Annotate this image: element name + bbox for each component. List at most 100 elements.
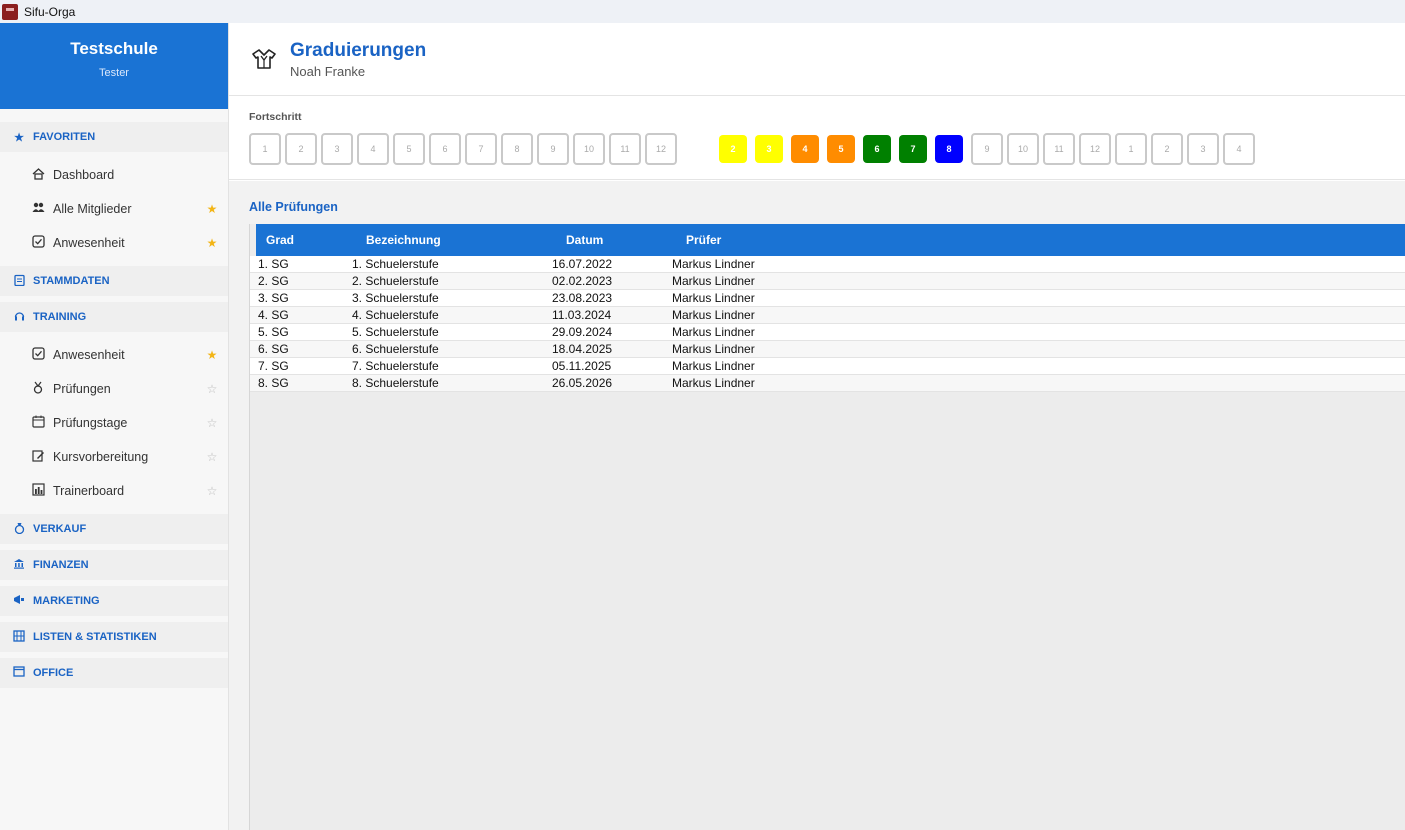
progress-box: 2 xyxy=(285,133,317,165)
sidebar-item-label: Anwesenheit xyxy=(53,236,125,250)
column-header-bezeichnung[interactable]: Bezeichnung xyxy=(356,233,556,247)
progress-box: 4 xyxy=(357,133,389,165)
page-title: Graduierungen xyxy=(290,39,427,61)
table-cell: Markus Lindner xyxy=(672,308,755,322)
school-name: Testschule xyxy=(70,39,158,58)
section-verkauf[interactable]: VERKAUF xyxy=(0,514,228,544)
sidebar-item-label: Prüfungstage xyxy=(53,416,128,430)
section-label: STAMMDATEN xyxy=(33,275,110,287)
progress-box-completed: 6 xyxy=(863,135,891,163)
chart-icon xyxy=(31,483,45,499)
favorite-star-icon[interactable]: ★ xyxy=(206,348,218,362)
window-titlebar: Sifu-Orga xyxy=(0,0,1405,23)
sidebar-item-label: Anwesenheit xyxy=(53,348,125,362)
section-finanzen[interactable]: FINANZEN xyxy=(0,550,228,580)
window-icon xyxy=(13,666,25,680)
progress-box-completed: 3 xyxy=(755,135,783,163)
progress-box-completed: 8 xyxy=(935,135,963,163)
window-title: Sifu-Orga xyxy=(24,4,76,19)
sidebar-item-anwesenheit[interactable]: Anwesenheit ★ xyxy=(0,338,228,372)
sidebar-item-pruefungstage[interactable]: Prüfungstage ☆ xyxy=(0,406,228,440)
table-cell: 16.07.2022 xyxy=(552,257,613,271)
app-logo-icon xyxy=(2,3,18,20)
section-listen-statistiken[interactable]: LISTEN & STATISTIKEN xyxy=(0,622,228,652)
progress-label: Fortschritt xyxy=(249,111,302,123)
table-cell: Markus Lindner xyxy=(672,342,755,356)
table-row[interactable]: 2. SG 2. Schuelerstufe 02.02.2023 Markus Li… xyxy=(250,273,1405,290)
medal-icon xyxy=(31,381,45,397)
brand-header: Testschule Tester xyxy=(0,23,228,109)
favorite-star-icon[interactable]: ☆ xyxy=(206,416,218,430)
section-training[interactable]: TRAINING xyxy=(0,302,228,332)
table-row[interactable]: 3. SG 3. Schuelerstufe 23.08.2023 Markus Li… xyxy=(250,290,1405,307)
sidebar-item-anwesenheit-fav[interactable]: Anwesenheit ★ xyxy=(0,226,228,260)
sidebar-item-label: Kursvorbereitung xyxy=(53,450,149,464)
sidebar-item-alle-mitglieder[interactable]: Alle Mitglieder ★ xyxy=(0,192,228,226)
sidebar-item-label: Trainerboard xyxy=(53,484,125,498)
sidebar-item-kursvorbereitung[interactable]: Kursvorbereitung ☆ xyxy=(0,440,228,474)
table-cell: 6. Schuelerstufe xyxy=(352,342,439,356)
table-body: 1. SG 1. Schuelerstufe 16.07.2022 Markus Li… xyxy=(250,256,1405,392)
sidebar-item-pruefungen[interactable]: Prüfungen ☆ xyxy=(0,372,228,406)
megaphone-icon xyxy=(13,594,25,608)
table-cell: 29.09.2024 xyxy=(552,325,613,339)
checkbox-icon xyxy=(31,347,45,363)
section-label: VERKAUF xyxy=(33,523,87,535)
section-favoriten[interactable]: ★ FAVORITEN xyxy=(0,122,228,152)
abacus-icon xyxy=(13,629,25,645)
progress-box: 2 xyxy=(1151,133,1183,165)
progress-box: 11 xyxy=(1043,133,1075,165)
favorite-star-icon[interactable]: ☆ xyxy=(206,450,218,464)
clipboard-icon xyxy=(13,274,25,289)
main-content: Graduierungen Noah Franke Fortschritt 12… xyxy=(229,23,1405,830)
table-row[interactable]: 4. SG 4. Schuelerstufe 11.03.2024 Markus Li… xyxy=(250,307,1405,324)
favorite-star-icon[interactable]: ☆ xyxy=(206,484,218,498)
edit-icon xyxy=(31,449,45,465)
table-cell: Markus Lindner xyxy=(672,376,755,390)
progress-box-completed: 7 xyxy=(899,135,927,163)
money-bag-icon xyxy=(13,522,25,537)
table-cell: 4. SG xyxy=(258,308,289,322)
table-row[interactable]: 6. SG 6. Schuelerstufe 18.04.2025 Markus Li… xyxy=(250,341,1405,358)
table-cell: 11.03.2024 xyxy=(552,308,612,322)
progress-box: 10 xyxy=(1007,133,1039,165)
progress-box: 5 xyxy=(393,133,425,165)
sidebar-item-dashboard[interactable]: Dashboard xyxy=(0,158,228,192)
section-office[interactable]: OFFICE xyxy=(0,658,228,688)
section-stammdaten[interactable]: STAMMDATEN xyxy=(0,266,228,296)
table-cell: Markus Lindner xyxy=(672,274,755,288)
favorite-star-icon[interactable]: ★ xyxy=(206,236,218,250)
table-row[interactable]: 7. SG 7. Schuelerstufe 05.11.2025 Markus Li… xyxy=(250,358,1405,375)
exams-table: Grad Bezeichnung Datum Prüfer 1. SG 1. Sc… xyxy=(249,224,1405,830)
progress-box: 9 xyxy=(971,133,1003,165)
section-label: MARKETING xyxy=(33,595,100,607)
calendar-icon xyxy=(31,415,45,431)
table-cell: 2. Schuelerstufe xyxy=(352,274,439,288)
table-cell: 26.05.2026 xyxy=(552,376,613,390)
table-cell: 23.08.2023 xyxy=(552,291,613,305)
favorite-star-icon[interactable]: ☆ xyxy=(206,382,218,396)
progress-box: 6 xyxy=(429,133,461,165)
column-header-datum[interactable]: Datum xyxy=(556,233,676,247)
column-header-pruefer[interactable]: Prüfer xyxy=(676,233,876,247)
sidebar: Testschule Tester ★ FAVORITEN Dashboard … xyxy=(0,23,229,830)
column-header-grad[interactable]: Grad xyxy=(256,233,356,247)
section-label: FAVORITEN xyxy=(33,131,96,143)
table-cell: Markus Lindner xyxy=(672,291,755,305)
favorite-star-icon[interactable]: ★ xyxy=(206,202,218,216)
star-icon: ★ xyxy=(14,131,24,144)
table-cell: 05.11.2025 xyxy=(552,359,612,373)
section-marketing[interactable]: MARKETING xyxy=(0,586,228,616)
table-row[interactable]: 5. SG 5. Schuelerstufe 29.09.2024 Markus Li… xyxy=(250,324,1405,341)
table-row[interactable]: 1. SG 1. Schuelerstufe 16.07.2022 Markus Li… xyxy=(250,256,1405,273)
table-cell: 3. SG xyxy=(258,291,289,305)
progress-box: 3 xyxy=(321,133,353,165)
people-icon xyxy=(31,202,45,216)
section-label: TRAINING xyxy=(33,311,87,323)
table-row[interactable]: 8. SG 8. Schuelerstufe 26.05.2026 Markus Li… xyxy=(250,375,1405,392)
table-cell: 7. SG xyxy=(258,359,289,373)
table-header: Grad Bezeichnung Datum Prüfer xyxy=(256,224,1405,256)
progress-box: 1 xyxy=(1115,133,1147,165)
section-label: FINANZEN xyxy=(33,559,89,571)
sidebar-item-trainerboard[interactable]: Trainerboard ☆ xyxy=(0,474,228,508)
